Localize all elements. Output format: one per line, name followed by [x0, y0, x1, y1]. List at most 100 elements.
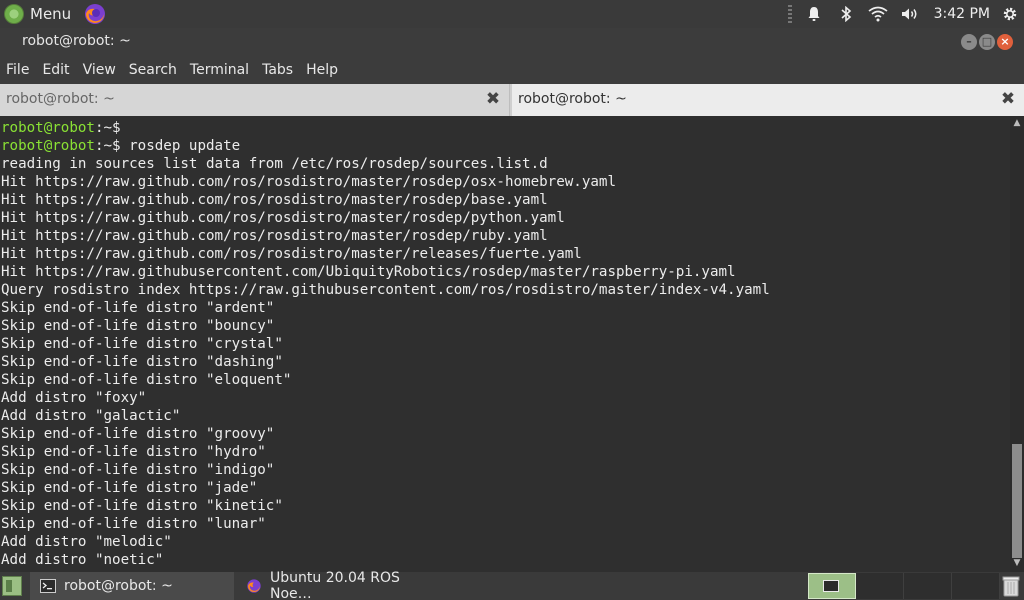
terminal-line: Hit https://raw.githubusercontent.com/Ub… [0, 263, 1010, 281]
line-text: Hit https://raw.githubusercontent.com/Ub… [1, 264, 736, 280]
menu-bar: File Edit View Search Terminal Tabs Help [0, 56, 1024, 84]
close-icon: × [1000, 35, 1010, 48]
scrollbar-thumb[interactable] [1012, 444, 1022, 558]
tab-1[interactable]: robot@robot: ~ ✖ [0, 84, 510, 116]
top-panel: Menu 3:42 PM [0, 0, 1024, 28]
clock[interactable]: 3:42 PM [934, 6, 990, 22]
bluetooth-icon[interactable] [836, 4, 856, 24]
line-text: reading in sources list data from /etc/r… [1, 156, 548, 172]
line-text: Skip end-of-life distro "bouncy" [1, 318, 275, 334]
maximize-button[interactable]: □ [979, 34, 995, 50]
terminal-line: Hit https://raw.github.com/ros/rosdistro… [0, 209, 1010, 227]
terminal-line: robot@robot:~$ rosdep update [0, 137, 1010, 155]
terminal-line: Skip end-of-life distro "dashing" [0, 353, 1010, 371]
menu-button[interactable]: Menu [4, 3, 71, 25]
line-text: Hit https://raw.github.com/ros/rosdistro… [1, 174, 616, 190]
menu-file[interactable]: File [6, 62, 29, 78]
line-text: Add distro "noetic" [1, 552, 164, 568]
line-text: Skip end-of-life distro "ardent" [1, 300, 275, 316]
prompt-suffix: :~$ [94, 138, 121, 154]
terminal-line: Skip end-of-life distro "crystal" [0, 335, 1010, 353]
tab-bar: robot@robot: ~ ✖ robot@robot: ~ ✖ [0, 84, 1024, 116]
terminal-line: Skip end-of-life distro "kinetic" [0, 497, 1010, 515]
line-text: Skip end-of-life distro "groovy" [1, 426, 275, 442]
terminal-line: Skip end-of-life distro "ardent" [0, 299, 1010, 317]
terminal-line: Add distro "melodic" [0, 533, 1010, 551]
scroll-up-arrow-icon[interactable]: ▲ [1012, 118, 1022, 128]
line-text: Skip end-of-life distro "hydro" [1, 444, 266, 460]
menu-search[interactable]: Search [129, 62, 177, 78]
tab-label: robot@robot: ~ [6, 91, 115, 107]
shell-prompt: robot@robot [1, 120, 95, 136]
line-text: Add distro "melodic" [1, 534, 172, 550]
taskbar-item-terminal[interactable]: robot@robot: ~ [30, 572, 234, 600]
minimize-button[interactable]: – [961, 34, 977, 50]
terminal-line: Skip end-of-life distro "groovy" [0, 425, 1010, 443]
terminal-line: Query rosdistro index https://raw.github… [0, 281, 1010, 299]
menu-edit[interactable]: Edit [42, 62, 69, 78]
terminal-line: Skip end-of-life distro "eloquent" [0, 371, 1010, 389]
line-text: Skip end-of-life distro "indigo" [1, 462, 275, 478]
menu-tabs[interactable]: Tabs [262, 62, 293, 78]
line-text: Query rosdistro index https://raw.github… [1, 282, 770, 298]
tab-close-icon[interactable]: ✖ [485, 90, 501, 108]
line-text: Add distro "foxy" [1, 390, 147, 406]
terminal-line: Add distro "galactic" [0, 407, 1010, 425]
menu-terminal[interactable]: Terminal [190, 62, 249, 78]
terminal-line: Skip end-of-life distro "jade" [0, 479, 1010, 497]
terminal-line: Skip end-of-life distro "indigo" [0, 461, 1010, 479]
line-text: Skip end-of-life distro "kinetic" [1, 498, 283, 514]
terminal-output[interactable]: robot@robot:~$ robot@robot:~$ rosdep upda… [0, 116, 1010, 572]
tab-label: robot@robot: ~ [518, 91, 627, 107]
firefox-launcher-icon[interactable] [83, 2, 107, 26]
maximize-icon: □ [981, 35, 993, 48]
workspace-3[interactable] [904, 573, 952, 599]
menu-label: Menu [30, 5, 72, 23]
line-text: Skip end-of-life distro "dashing" [1, 354, 283, 370]
terminal-line: reading in sources list data from /etc/r… [0, 155, 1010, 173]
line-text: rosdep update [120, 138, 241, 154]
workspace-window-thumbnail [823, 580, 839, 592]
line-text: Hit https://raw.github.com/ros/rosdistro… [1, 228, 548, 244]
bottom-panel: robot@robot: ~ Ubuntu 20.04 ROS Noe… [0, 570, 1024, 600]
tab-2[interactable]: robot@robot: ~ ✖ [512, 84, 1024, 116]
terminal-icon [40, 578, 56, 594]
terminal-line: Add distro "foxy" [0, 389, 1010, 407]
line-text: Hit https://raw.github.com/ros/rosdistro… [1, 246, 582, 262]
terminal-line: Hit https://raw.github.com/ros/rosdistro… [0, 227, 1010, 245]
close-button[interactable]: × [997, 34, 1013, 50]
scrollbar[interactable]: ▲ ▼ [1010, 116, 1024, 572]
trash-icon[interactable] [1002, 575, 1020, 597]
gear-icon[interactable] [1000, 4, 1020, 24]
menu-help[interactable]: Help [306, 62, 338, 78]
workspace-1[interactable] [808, 573, 856, 599]
volume-icon[interactable] [900, 4, 920, 24]
minimize-icon: – [966, 35, 972, 48]
bell-icon[interactable] [804, 4, 824, 24]
wifi-icon[interactable] [868, 4, 888, 24]
workspace-4[interactable] [952, 573, 1000, 599]
show-desktop-button[interactable] [2, 576, 22, 596]
terminal-line: robot@robot:~$ [0, 119, 1010, 137]
workspace-2[interactable] [856, 573, 904, 599]
taskbar-item-label: robot@robot: ~ [64, 578, 173, 594]
terminal-line: Hit https://raw.github.com/ros/rosdistro… [0, 173, 1010, 191]
terminal-line: Skip end-of-life distro "hydro" [0, 443, 1010, 461]
line-text: Skip end-of-life distro "lunar" [1, 516, 266, 532]
tab-close-icon[interactable]: ✖ [1000, 90, 1016, 108]
line-text: Skip end-of-life distro "eloquent" [1, 372, 292, 388]
line-text: Hit https://raw.github.com/ros/rosdistro… [1, 192, 548, 208]
menu-view[interactable]: View [83, 62, 116, 78]
terminal-line: Hit https://raw.github.com/ros/rosdistro… [0, 191, 1010, 209]
scroll-down-arrow-icon[interactable]: ▼ [1012, 558, 1022, 568]
system-tray: 3:42 PM [787, 0, 1024, 28]
line-text: Add distro "galactic" [1, 408, 181, 424]
line-text: Skip end-of-life distro "crystal" [1, 336, 283, 352]
terminal-line: Skip end-of-life distro "lunar" [0, 515, 1010, 533]
taskbar-item-firefox[interactable]: Ubuntu 20.04 ROS Noe… [236, 570, 436, 600]
window-titlebar[interactable]: robot@robot: ~ – □ × [0, 28, 1024, 56]
terminal-line: Hit https://raw.github.com/ros/rosdistro… [0, 245, 1010, 263]
tray-separator [787, 5, 792, 23]
window-title: robot@robot: ~ [22, 33, 131, 49]
line-text: Hit https://raw.github.com/ros/rosdistro… [1, 210, 565, 226]
